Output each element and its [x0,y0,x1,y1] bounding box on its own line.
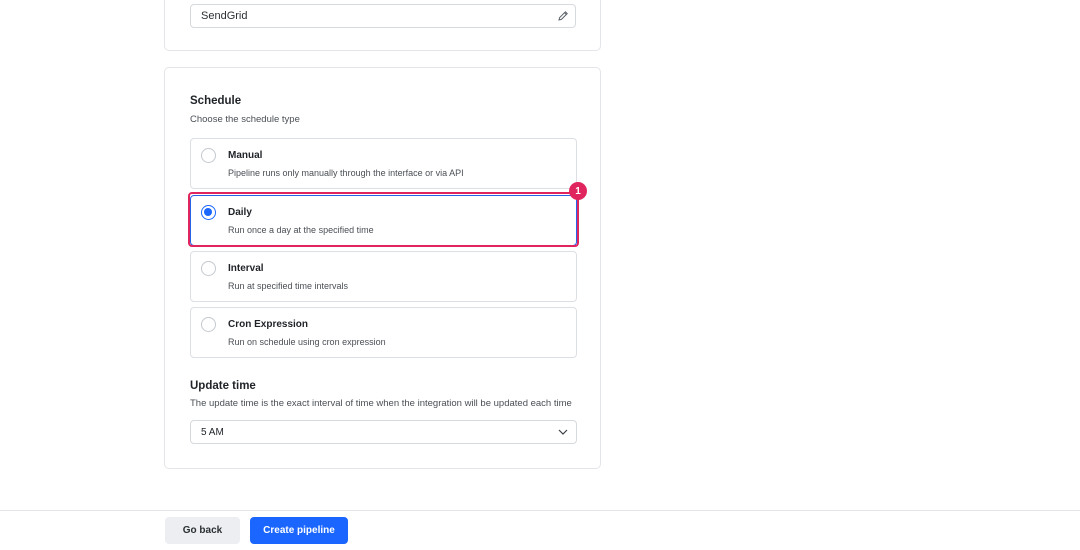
source-name-value: SendGrid [201,10,248,22]
schedule-option-daily[interactable]: Daily Run once a day at the specified ti… [190,195,577,246]
footer-divider [0,510,1080,511]
update-time-title: Update time [190,380,256,392]
radio-cron[interactable] [201,317,216,332]
pencil-icon[interactable] [551,5,575,27]
schedule-option-manual[interactable]: Manual Pipeline runs only manually throu… [190,138,577,189]
update-time-subtitle: The update time is the exact interval of… [190,398,572,409]
option-label: Daily [228,207,252,218]
radio-manual[interactable] [201,148,216,163]
page: SendGrid Schedule Choose the schedule ty… [0,0,1080,550]
annotation-badge: 1 [569,182,587,200]
radio-interval[interactable] [201,261,216,276]
go-back-button[interactable]: Go back [165,517,240,544]
create-pipeline-button[interactable]: Create pipeline [250,517,348,544]
update-time-value: 5 AM [201,426,224,438]
radio-daily[interactable] [201,205,216,220]
source-card: SendGrid [164,0,601,51]
source-name-input[interactable]: SendGrid [190,4,576,28]
schedule-option-cron[interactable]: Cron Expression Run on schedule using cr… [190,307,577,358]
option-description: Run once a day at the specified time [228,225,374,235]
schedule-card: Schedule Choose the schedule type Manual… [164,67,601,469]
schedule-subtitle: Choose the schedule type [190,114,300,125]
option-label: Manual [228,150,263,161]
option-description: Run at specified time intervals [228,281,349,291]
option-label: Interval [228,263,264,274]
schedule-title: Schedule [190,95,242,107]
option-description: Pipeline runs only manually through the … [228,168,464,178]
option-description: Run on schedule using cron expression [228,337,386,347]
chevron-down-icon[interactable] [550,421,576,443]
option-label: Cron Expression [228,319,309,330]
schedule-option-interval[interactable]: Interval Run at specified time intervals [190,251,577,302]
update-time-select[interactable]: 5 AM [190,420,577,444]
